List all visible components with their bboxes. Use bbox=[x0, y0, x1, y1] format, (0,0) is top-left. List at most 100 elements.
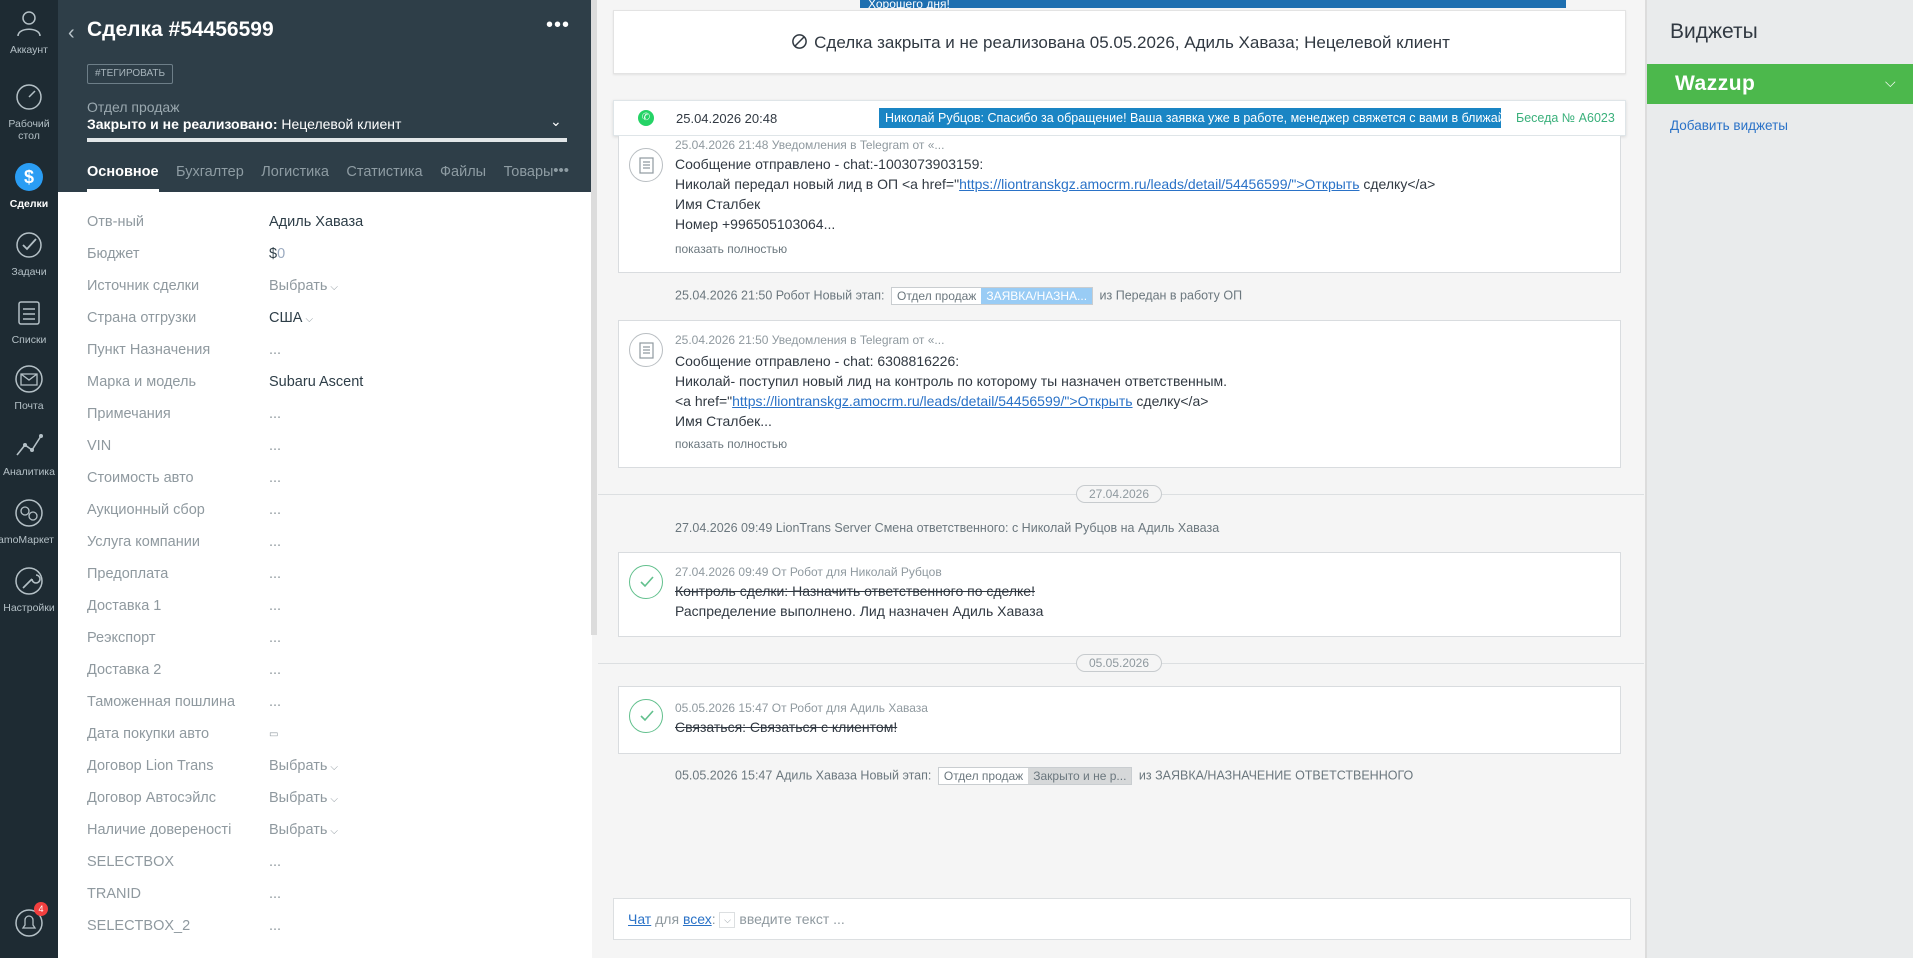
chevron-down-icon: ⌵ bbox=[330, 762, 338, 773]
nav-account-label: Аккаунт bbox=[9, 44, 48, 56]
note-text: сделку</a> bbox=[1359, 176, 1436, 192]
telegram-note: 25.04.2026 21:48 Уведомления в Telegram … bbox=[618, 136, 1621, 273]
field-label: Источник сделки bbox=[87, 278, 200, 294]
field-row: Примечания... bbox=[87, 400, 557, 432]
deal-more-menu[interactable]: ••• bbox=[546, 14, 570, 37]
compose-input[interactable]: введите текст ... bbox=[739, 911, 844, 927]
deal-link[interactable]: https://liontranskgz.amocrm.ru/leads/det… bbox=[959, 176, 1359, 192]
field-select[interactable]: Выбрать ⌵ bbox=[269, 758, 338, 774]
field-value[interactable]: ... bbox=[269, 566, 281, 582]
calendar-icon[interactable]: ▭ bbox=[269, 729, 278, 740]
nav-mail[interactable]: Почта bbox=[0, 362, 58, 412]
stage-name: ЗАЯВКА/НАЗНА... bbox=[981, 288, 1093, 304]
field-value[interactable]: Subaru Ascent bbox=[269, 374, 363, 390]
tabs-more-menu[interactable]: ••• bbox=[553, 162, 569, 179]
field-value[interactable]: ... bbox=[269, 470, 281, 486]
note-line: <a href="https://liontranskgz.amocrm.ru/… bbox=[675, 391, 1227, 411]
card-scrollbar[interactable] bbox=[591, 0, 597, 635]
recipients-link[interactable]: всех bbox=[683, 911, 712, 927]
tab-main[interactable]: Основное bbox=[87, 164, 159, 192]
field-label: SELECTBOX bbox=[87, 854, 175, 870]
budget-field[interactable]: $0 bbox=[269, 246, 285, 262]
budget-amount: 0 bbox=[277, 246, 286, 262]
event-text: 05.05.2026 15:47 Адиль Хаваза Новый этап… bbox=[675, 768, 932, 783]
tab-products[interactable]: Товары bbox=[504, 164, 554, 192]
task-header: 27.04.2026 09:49 От Робот для Николай Ру… bbox=[675, 565, 942, 579]
field-select[interactable]: США ⌵ bbox=[269, 310, 313, 326]
whatsapp-icon: ✆ bbox=[638, 110, 654, 126]
chevron-down-icon[interactable]: ⌵ bbox=[1885, 74, 1896, 91]
field-label: Доставка 2 bbox=[87, 662, 162, 678]
note-line: Имя Сталбек... bbox=[675, 413, 772, 429]
date-separator: 05.05.2026 bbox=[598, 654, 1644, 672]
tab-logistics[interactable]: Логистика bbox=[261, 164, 329, 192]
field-value[interactable]: ... bbox=[269, 662, 281, 678]
field-label: Примечания bbox=[87, 406, 171, 422]
field-select[interactable]: Выбрать ⌵ bbox=[269, 790, 338, 806]
field-value[interactable]: ... bbox=[269, 886, 281, 902]
field-label: TRANID bbox=[87, 886, 141, 902]
nav-tasks[interactable]: Задачи bbox=[0, 228, 58, 278]
nav-analytics[interactable]: Аналитика bbox=[0, 428, 58, 478]
deal-closed-message: Сделка закрыта и не реализована 05.05.20… bbox=[814, 33, 1450, 52]
field-label: Страна отгрузки bbox=[87, 310, 197, 326]
nav-notifications[interactable]: 4 bbox=[0, 902, 58, 944]
deal-link[interactable]: https://liontranskgz.amocrm.ru/leads/det… bbox=[732, 393, 1132, 409]
field-row: Марка и модель Subaru Ascent bbox=[87, 368, 557, 400]
field-value[interactable]: ... bbox=[269, 438, 281, 454]
wazzup-widget[interactable]: Wazzup ⌵ bbox=[1647, 64, 1913, 104]
field-value[interactable]: ... bbox=[269, 406, 281, 422]
nav-dashboard[interactable]: Рабочий стол bbox=[0, 80, 58, 142]
field-value[interactable]: ... bbox=[269, 694, 281, 710]
field-value[interactable]: ... bbox=[269, 854, 281, 870]
nav-tasks-label: Задачи bbox=[11, 266, 47, 278]
chevron-left-icon[interactable]: ‹ bbox=[68, 22, 75, 45]
show-full-link[interactable]: показать полностью bbox=[675, 437, 787, 451]
tab-files[interactable]: Файлы bbox=[440, 164, 486, 192]
field-row: SELECTBOX_2... bbox=[87, 912, 557, 944]
field-value[interactable]: ... bbox=[269, 342, 281, 358]
field-value[interactable]: Адиль Хаваза bbox=[269, 214, 363, 230]
compose-box[interactable]: Чат для всех: ⌵ введите текст ... bbox=[613, 898, 1631, 940]
deal-status-select[interactable]: Закрыто и не реализовано: Нецелевой клие… bbox=[87, 116, 401, 132]
tab-statistics[interactable]: Статистика bbox=[346, 164, 422, 192]
market-icon bbox=[15, 499, 43, 527]
chevron-down-icon[interactable]: ⌵ bbox=[719, 912, 736, 929]
wrench-icon bbox=[15, 567, 43, 595]
nav-settings[interactable]: Настройки bbox=[0, 564, 58, 614]
field-select[interactable]: Выбрать ⌵ bbox=[269, 278, 338, 294]
deal-title[interactable]: Сделка #54456599 bbox=[87, 18, 274, 42]
conversation-link[interactable]: Беседа № А6023 bbox=[1516, 111, 1615, 125]
note-header: 25.04.2026 21:48 Уведомления в Telegram … bbox=[675, 138, 945, 152]
responsible-change-event: 27.04.2026 09:49 LionTrans Server Смена … bbox=[675, 521, 1220, 535]
note-text: сделку</a> bbox=[1132, 393, 1209, 409]
nav-market[interactable]: amoМаркет bbox=[0, 496, 58, 546]
task-header: 05.05.2026 15:47 От Робот для Адиль Хава… bbox=[675, 701, 928, 715]
tab-accounting[interactable]: Бухгалтер bbox=[176, 164, 244, 192]
task-result: Распределение выполнено. Лид назначен Ад… bbox=[675, 603, 1044, 619]
field-value[interactable]: ... bbox=[269, 534, 281, 550]
field-row: Договор Lion Trans Выбрать ⌵ bbox=[87, 752, 557, 784]
nav-lists[interactable]: Списки bbox=[0, 296, 58, 346]
show-full-link[interactable]: показать полностью bbox=[675, 242, 787, 256]
chat-message-text[interactable]: Николай Рубцов: Спасибо за обращение! Ва… bbox=[879, 108, 1501, 128]
nav-account[interactable]: Аккаунт bbox=[0, 6, 58, 56]
chevron-down-icon[interactable]: ⌄ bbox=[550, 113, 562, 130]
field-value[interactable]: ... bbox=[269, 502, 281, 518]
field-value[interactable]: ... bbox=[269, 598, 281, 614]
chat-message-row[interactable]: ✆ 25.04.2026 20:48 Николай Рубцов: Спаси… bbox=[613, 100, 1626, 136]
nav-deals[interactable]: $ Сделки bbox=[0, 160, 58, 210]
field-select[interactable]: Выбрать ⌵ bbox=[269, 822, 338, 838]
chat-mode-link[interactable]: Чат bbox=[628, 911, 651, 927]
field-value[interactable]: ... bbox=[269, 918, 281, 934]
field-value[interactable]: ... bbox=[269, 630, 281, 646]
status-prefix: Закрыто и не реализовано: bbox=[87, 116, 278, 132]
main-navigation: Аккаунт Рабочий стол $ Сделки Задачи Спи… bbox=[0, 0, 58, 958]
add-widgets-link[interactable]: Добавить виджеты bbox=[1670, 118, 1788, 133]
user-icon bbox=[17, 11, 41, 37]
note-header: 25.04.2026 21:50 Уведомления в Telegram … bbox=[675, 333, 945, 347]
tag-button[interactable]: #ТЕГИРОВАТЬ bbox=[87, 64, 174, 84]
field-row: Источник сделки Выбрать ⌵ bbox=[87, 272, 557, 304]
nav-dashboard-label: Рабочий стол bbox=[8, 118, 50, 142]
field-label: Реэкспорт bbox=[87, 630, 156, 646]
